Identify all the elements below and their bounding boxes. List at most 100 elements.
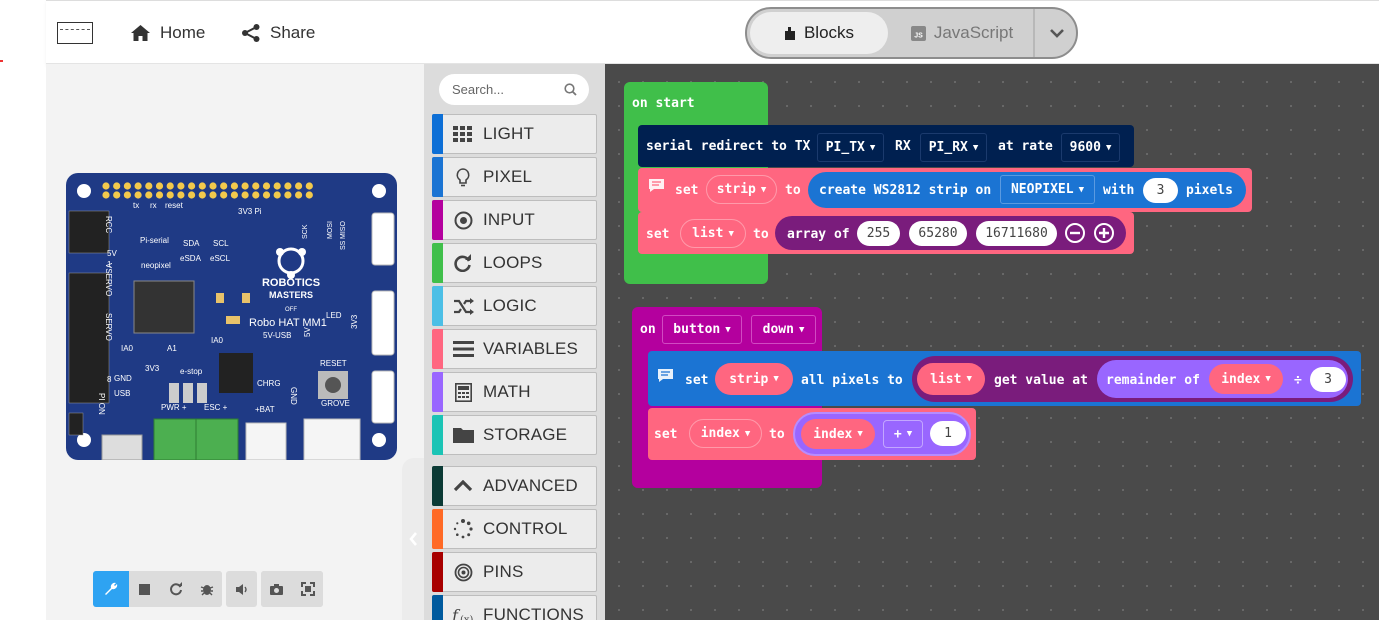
add-item-icon[interactable] <box>1094 223 1114 243</box>
category-label: ADVANCED <box>483 476 578 495</box>
simulator-panel: ROBOTICS MASTERS Robo HAT MM1 tx rx reset… <box>46 64 424 620</box>
list-variable-dropdown[interactable]: list <box>680 219 746 248</box>
rx-pin-dropdown[interactable]: PI_RX <box>920 133 987 162</box>
chevron-down-icon <box>1049 28 1064 38</box>
puzzle-icon <box>784 26 795 40</box>
stop-button[interactable] <box>129 571 160 607</box>
collapse-simulator-button[interactable] <box>402 458 424 620</box>
index-variable-dropdown[interactable]: index <box>689 419 762 448</box>
chevron-left-icon <box>408 532 417 546</box>
category-pins[interactable]: PINS <box>432 552 597 592</box>
sim-audio <box>226 571 257 607</box>
category-label: LIGHT <box>483 124 535 143</box>
category-light[interactable]: LIGHT <box>432 114 597 154</box>
bulb-icon <box>443 167 483 187</box>
category-advanced[interactable]: ADVANCED <box>432 466 597 506</box>
category-label: MATH <box>483 382 531 401</box>
toolbox: LIGHT PIXEL INPUT LOOPS LOGIC VARIABLES MATH ST… <box>424 64 605 620</box>
list-variable-dropdown[interactable]: list <box>917 363 985 395</box>
category-color-bar <box>432 552 443 592</box>
category-label: PIXEL <box>483 167 533 186</box>
javascript-tab-label: JavaScript <box>933 23 1014 42</box>
category-label: PINS <box>483 562 524 581</box>
debug-icon <box>200 585 213 596</box>
spinner-icon <box>443 519 483 539</box>
screenshot-button[interactable] <box>261 571 292 607</box>
comment-icon[interactable] <box>657 368 674 383</box>
tx-pin-dropdown[interactable]: PI_TX <box>817 133 884 162</box>
debug-button[interactable] <box>191 571 222 607</box>
neopixel-pin-dropdown[interactable]: NEOPIXEL <box>1000 175 1095 204</box>
category-color-bar <box>432 466 443 506</box>
sim-controls <box>93 571 222 607</box>
mode-menu-button[interactable] <box>1033 9 1076 57</box>
category-control[interactable]: CONTROL <box>432 509 597 549</box>
category-label: LOGIC <box>483 296 537 315</box>
category-input[interactable]: INPUT <box>432 200 597 240</box>
category-loops[interactable]: LOOPS <box>432 243 597 283</box>
wrench-button[interactable] <box>93 571 129 607</box>
comment-icon[interactable] <box>648 178 665 193</box>
category-color-bar <box>432 243 443 283</box>
search-input[interactable] <box>452 82 552 97</box>
strip-variable-dropdown[interactable]: strip <box>706 175 777 204</box>
list-icon <box>443 341 483 357</box>
pixel-count-input[interactable]: 3 <box>1143 178 1178 203</box>
simulator-toolbar <box>93 571 323 607</box>
array-value-1[interactable]: 255 <box>857 221 900 246</box>
share-icon <box>242 24 260 42</box>
mute-button[interactable] <box>226 571 257 607</box>
category-color-bar <box>432 157 443 197</box>
category-label: STORAGE <box>483 425 568 444</box>
svg-text:(x): (x) <box>460 615 474 620</box>
svg-text:JS: JS <box>914 32 923 39</box>
blocks-tab[interactable]: Blocks <box>750 12 888 54</box>
button-event-dropdown[interactable]: down <box>751 315 816 344</box>
fullscreen-button[interactable] <box>292 571 323 607</box>
logo-icon[interactable] <box>57 22 93 44</box>
category-label: VARIABLES <box>483 339 579 358</box>
array-value-2[interactable]: 65280 <box>909 221 967 246</box>
increment-input[interactable]: 1 <box>930 421 966 446</box>
refresh-icon <box>443 254 483 272</box>
category-pixel[interactable]: PIXEL <box>432 157 597 197</box>
category-color-bar <box>432 372 443 412</box>
divisor-input[interactable]: 3 <box>1310 367 1346 392</box>
camera-icon <box>270 583 283 595</box>
editor-mode-toggle: Blocks JS JavaScript <box>745 7 1078 59</box>
category-functions[interactable]: f (x) FUNCTIONS <box>432 595 597 620</box>
category-variables[interactable]: VARIABLES <box>432 329 597 369</box>
home-button[interactable]: Home <box>130 20 205 46</box>
board-brand: ROBOTICS MASTERS <box>261 277 321 300</box>
index-variable-dropdown[interactable]: index <box>1209 364 1283 394</box>
javascript-tab[interactable]: JS JavaScript <box>892 12 1032 54</box>
category-math[interactable]: MATH <box>432 372 597 412</box>
strip-variable-dropdown[interactable]: strip <box>715 363 793 395</box>
button-dropdown[interactable]: button <box>662 315 742 344</box>
baud-rate-dropdown[interactable]: 9600 <box>1061 133 1120 162</box>
top-bar: Home Share Blocks JS JavaScript <box>46 0 1379 64</box>
blocks-workspace[interactable]: on start serial redirect to TX PI_TX RX … <box>605 64 1379 620</box>
radio-icon <box>443 563 483 582</box>
search-icon[interactable] <box>564 83 577 96</box>
robo-hat-board[interactable]: ROBOTICS MASTERS Robo HAT MM1 tx rx reset… <box>66 173 397 460</box>
js-icon: JS <box>910 25 926 41</box>
remove-item-icon[interactable] <box>1065 223 1085 243</box>
category-label: LOOPS <box>483 253 543 272</box>
share-button[interactable]: Share <box>241 20 315 46</box>
category-storage[interactable]: STORAGE <box>432 415 597 455</box>
category-color-bar <box>432 329 443 369</box>
category-logic[interactable]: LOGIC <box>432 286 597 326</box>
target-icon <box>443 211 483 230</box>
board-model: Robo HAT MM1 <box>249 317 327 329</box>
category-label: FUNCTIONS <box>483 605 584 620</box>
share-label: Share <box>270 23 316 42</box>
restart-button[interactable] <box>160 571 191 607</box>
chevron-up-icon <box>443 480 483 492</box>
index-variable-dropdown[interactable]: index <box>801 419 875 449</box>
category-color-bar <box>432 595 443 620</box>
restart-icon <box>169 582 182 596</box>
operator-dropdown[interactable]: + <box>883 420 923 448</box>
array-value-3[interactable]: 16711680 <box>976 221 1057 246</box>
edge-marker <box>0 60 3 62</box>
